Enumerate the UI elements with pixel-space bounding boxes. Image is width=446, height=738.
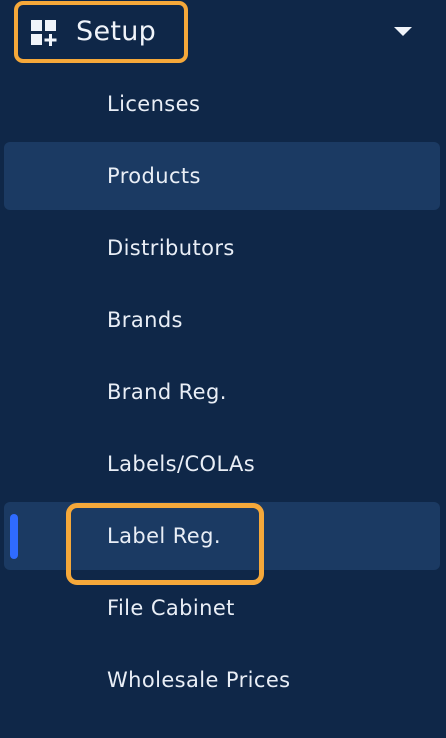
active-indicator [10, 514, 18, 559]
sidebar-item-label-reg[interactable]: Label Reg. [4, 502, 440, 585]
sidebar-item-label: Wholesale Prices [107, 668, 291, 692]
sidebar-item-labels-colas[interactable]: Labels/COLAs [4, 430, 440, 498]
sidebar-item-label: Products [107, 164, 201, 188]
sidebar-item-label: Brands [107, 308, 183, 332]
sidebar-item-label: File Cabinet [107, 596, 235, 620]
sidebar-item-brands[interactable]: Brands [4, 286, 440, 354]
sidebar-item-label: Distributors [107, 236, 235, 260]
setup-section-label: Setup [76, 16, 157, 47]
sidebar-item-distributors[interactable]: Distributors [4, 214, 440, 282]
sidebar-item-wholesale-prices[interactable]: Wholesale Prices [4, 646, 440, 714]
dashboard-add-icon [31, 20, 57, 46]
sidebar-item-products[interactable]: Products [4, 142, 440, 210]
sidebar-item-brand-reg[interactable]: Brand Reg. [4, 358, 440, 426]
setup-section-header[interactable]: Setup [0, 0, 446, 66]
sidebar-item-file-cabinet[interactable]: File Cabinet [4, 574, 440, 642]
sidebar-item-label: Brand Reg. [107, 380, 227, 404]
sidebar: Setup Licenses Products Distributors Bra… [0, 0, 446, 738]
caret-down-icon[interactable] [394, 27, 412, 36]
sidebar-item-label: Labels/COLAs [107, 452, 256, 476]
sidebar-item-label: Licenses [107, 92, 201, 116]
sidebar-item-label: Label Reg. [107, 524, 221, 548]
sidebar-item-licenses[interactable]: Licenses [4, 70, 440, 138]
